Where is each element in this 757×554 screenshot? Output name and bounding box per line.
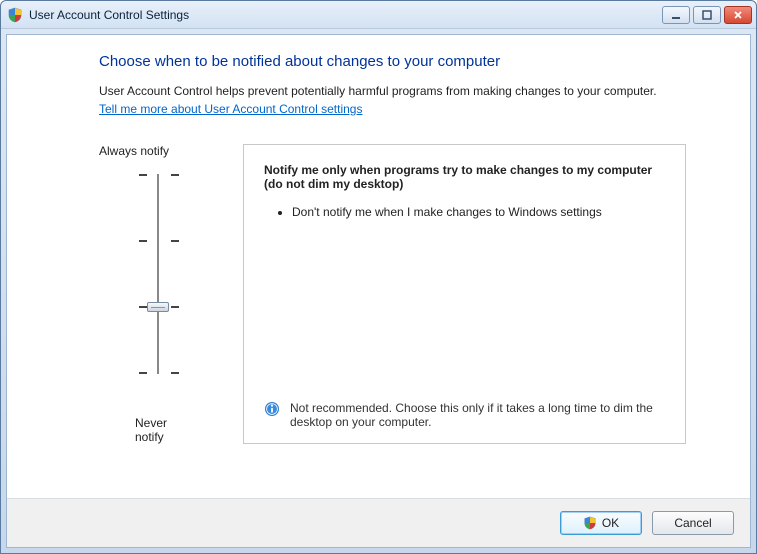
description-text: User Account Control helps prevent poten… — [99, 84, 686, 98]
slider-column: Always notify Never notify — [99, 144, 199, 444]
button-bar: OK Cancel — [7, 498, 750, 547]
level-title: Notify me only when programs try to make… — [264, 163, 665, 191]
slider-tick-2 — [139, 240, 179, 242]
bullet-item: Don't notify me when I make changes to W… — [292, 205, 665, 219]
cancel-label: Cancel — [674, 516, 711, 530]
window-title: User Account Control Settings — [29, 8, 662, 22]
body-row: Always notify Never notify Notify me onl… — [99, 144, 686, 444]
recommendation-note: Not recommended. Choose this only if it … — [264, 401, 665, 429]
ok-label: OK — [602, 516, 619, 530]
content: Choose when to be notified about changes… — [7, 35, 750, 498]
slider-tick-0 — [139, 372, 179, 374]
help-link[interactable]: Tell me more about User Account Control … — [99, 102, 362, 116]
minimize-button[interactable] — [662, 6, 690, 24]
titlebar: User Account Control Settings — [1, 1, 756, 29]
slider-label-never: Never notify — [135, 416, 199, 444]
slider-label-always: Always notify — [99, 144, 199, 158]
page-heading: Choose when to be notified about changes… — [99, 53, 686, 70]
slider-thumb[interactable] — [147, 302, 169, 312]
uac-shield-icon — [7, 7, 23, 23]
info-icon — [264, 401, 280, 417]
notification-level-slider[interactable] — [139, 168, 179, 398]
uac-shield-icon — [583, 516, 597, 530]
level-bullets: Don't notify me when I make changes to W… — [292, 205, 665, 223]
slider-tick-3 — [139, 174, 179, 176]
maximize-button[interactable] — [693, 6, 721, 24]
uac-settings-window: User Account Control Settings Choose whe… — [0, 0, 757, 554]
ok-button[interactable]: OK — [560, 511, 642, 535]
window-buttons — [662, 6, 752, 24]
level-description-panel: Notify me only when programs try to make… — [243, 144, 686, 444]
client-area: Choose when to be notified about changes… — [6, 34, 751, 548]
recommendation-text: Not recommended. Choose this only if it … — [290, 401, 665, 429]
cancel-button[interactable]: Cancel — [652, 511, 734, 535]
close-button[interactable] — [724, 6, 752, 24]
slider-track — [157, 174, 159, 374]
